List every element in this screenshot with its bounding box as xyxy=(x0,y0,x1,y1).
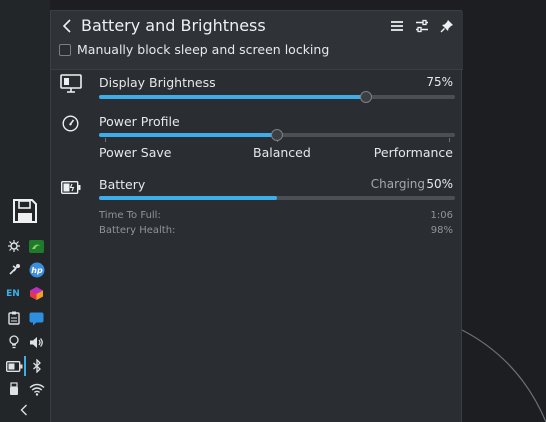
block-sleep-toggle[interactable]: Manually block sleep and screen locking xyxy=(59,42,329,57)
chat-icon[interactable] xyxy=(28,310,45,327)
bluetooth-devices-icon[interactable] xyxy=(6,262,22,278)
battery-health-value: 98% xyxy=(430,225,453,236)
display-brightness-label: Display Brightness xyxy=(99,75,216,90)
volume-icon[interactable] xyxy=(28,334,45,350)
usb-icon[interactable] xyxy=(6,381,22,397)
back-button[interactable] xyxy=(59,17,77,35)
menu-button[interactable] xyxy=(389,18,405,34)
hamburger-icon xyxy=(391,21,403,31)
battery-brightness-popup: Battery and Brightness Manually block sl… xyxy=(50,10,463,422)
time-to-full-value: 1:06 xyxy=(430,210,453,221)
brightness-slider[interactable] xyxy=(99,95,455,99)
expand-tray-icon[interactable] xyxy=(17,403,31,417)
hp-icon[interactable]: hp xyxy=(28,261,45,278)
brightness-slider-fill xyxy=(99,95,366,99)
page-title: Battery and Brightness xyxy=(81,16,266,35)
block-sleep-checkbox[interactable] xyxy=(59,43,71,56)
balanced-option[interactable]: Balanced xyxy=(253,145,311,160)
active-indicator xyxy=(24,356,26,376)
power-save-tick xyxy=(105,138,106,142)
battery-level-bar xyxy=(99,196,455,200)
wifi-icon[interactable] xyxy=(28,381,45,397)
sliders-icon xyxy=(416,19,428,33)
bluetooth-icon[interactable] xyxy=(28,358,45,374)
power-profile-slider-fill xyxy=(99,133,277,137)
cube-app-icon[interactable] xyxy=(28,285,45,302)
battery-percent: 50% xyxy=(426,177,453,191)
svg-text:hp: hp xyxy=(31,266,43,275)
nvidia-icon[interactable] xyxy=(28,238,44,254)
block-sleep-label: Manually block sleep and screen locking xyxy=(77,42,330,57)
system-tray: hp EN xyxy=(0,0,50,422)
battery-label: Battery xyxy=(99,177,146,192)
lightbulb-icon[interactable] xyxy=(6,334,22,350)
power-profile-slider-handle[interactable] xyxy=(271,129,283,141)
pin-icon xyxy=(440,20,453,33)
save-icon[interactable] xyxy=(11,197,39,225)
battery-level-fill xyxy=(99,196,277,200)
configure-button[interactable] xyxy=(414,18,430,34)
brightness-slider-handle[interactable] xyxy=(360,91,372,103)
keyboard-layout-icon[interactable]: EN xyxy=(4,287,22,301)
popup-header: Battery and Brightness Manually block sl… xyxy=(51,11,463,70)
display-brightness-value: 75% xyxy=(426,75,453,89)
battery-icon[interactable] xyxy=(5,358,23,374)
power-profile-label: Power Profile xyxy=(99,114,180,129)
chevron-left-icon xyxy=(62,19,71,33)
performance-option[interactable]: Performance xyxy=(374,145,453,160)
battery-status: Charging xyxy=(370,177,425,191)
battery-charging-icon xyxy=(60,179,81,198)
time-to-full-label: Time To Full: xyxy=(99,210,161,221)
battery-health-label: Battery Health: xyxy=(99,225,176,236)
speedometer-icon xyxy=(62,115,79,136)
kde-connect-icon[interactable] xyxy=(6,238,22,254)
power-save-option[interactable]: Power Save xyxy=(99,145,171,160)
clipboard-icon[interactable] xyxy=(6,310,22,326)
monitor-icon xyxy=(60,74,82,98)
pin-button[interactable] xyxy=(439,18,455,34)
performance-tick xyxy=(449,138,450,142)
